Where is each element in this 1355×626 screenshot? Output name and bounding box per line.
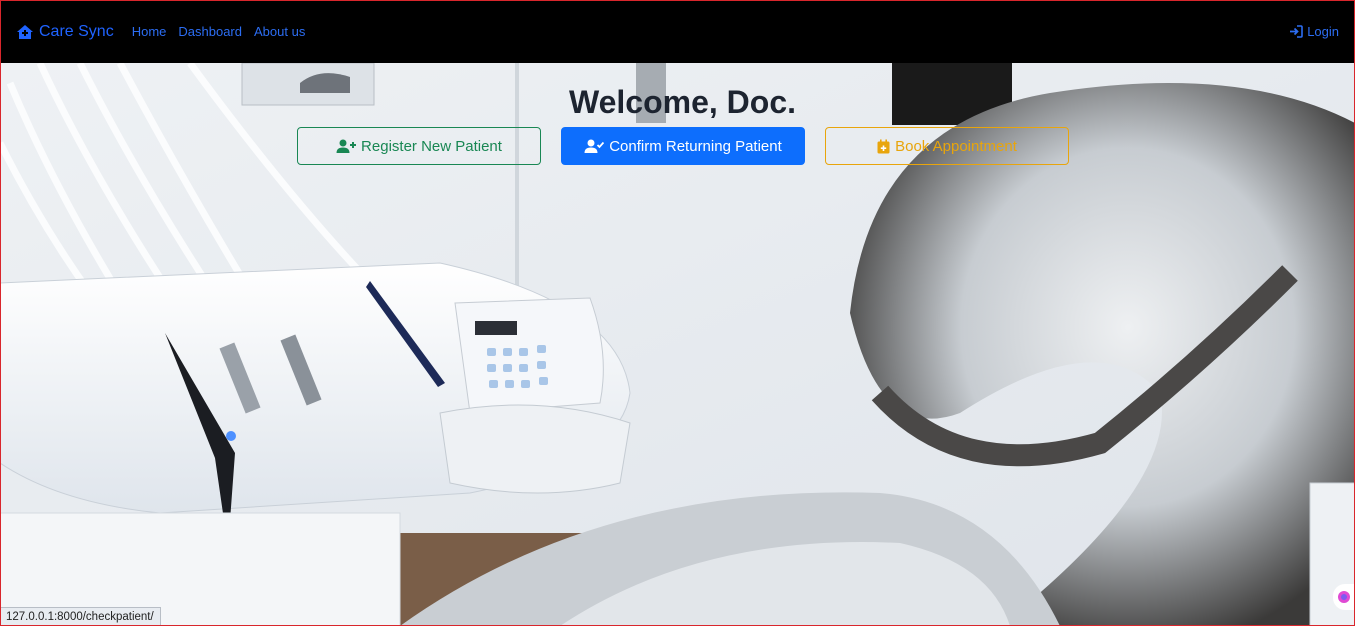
- brand-link[interactable]: Care Sync: [16, 23, 114, 41]
- login-label: Login: [1307, 24, 1339, 39]
- extension-brain-icon: [1338, 591, 1350, 603]
- confirm-returning-patient-button[interactable]: Confirm Returning Patient: [561, 127, 805, 165]
- book-appointment-button[interactable]: Book Appointment: [825, 127, 1069, 165]
- hospital-house-icon: [17, 24, 33, 39]
- hero-section: Welcome, Doc. Register New Patient Confi…: [0, 63, 1355, 626]
- nav-link-home[interactable]: Home: [132, 24, 167, 39]
- user-check-icon: [584, 139, 605, 153]
- welcome-heading: Welcome, Doc.: [568, 84, 797, 120]
- browser-status-bar: 127.0.0.1:8000/checkpatient/: [0, 607, 161, 626]
- login-link[interactable]: Login: [1289, 24, 1339, 39]
- brand-name: Care Sync: [39, 22, 114, 40]
- register-new-patient-button[interactable]: Register New Patient: [297, 127, 541, 165]
- nav-link-dashboard[interactable]: Dashboard: [178, 24, 242, 39]
- nav-link-about[interactable]: About us: [254, 24, 305, 39]
- browser-extension-icon[interactable]: [1333, 584, 1355, 610]
- book-button-label: Book Appointment: [895, 137, 1017, 155]
- login-icon: [1290, 25, 1303, 38]
- calendar-plus-icon: [877, 139, 890, 153]
- status-url: 127.0.0.1:8000/checkpatient/: [6, 611, 154, 623]
- confirm-button-label: Confirm Returning Patient: [609, 137, 782, 155]
- register-button-label: Register New Patient: [361, 137, 502, 155]
- user-plus-icon: [336, 139, 357, 153]
- navbar: Care Sync Home Dashboard About us Login: [0, 0, 1355, 63]
